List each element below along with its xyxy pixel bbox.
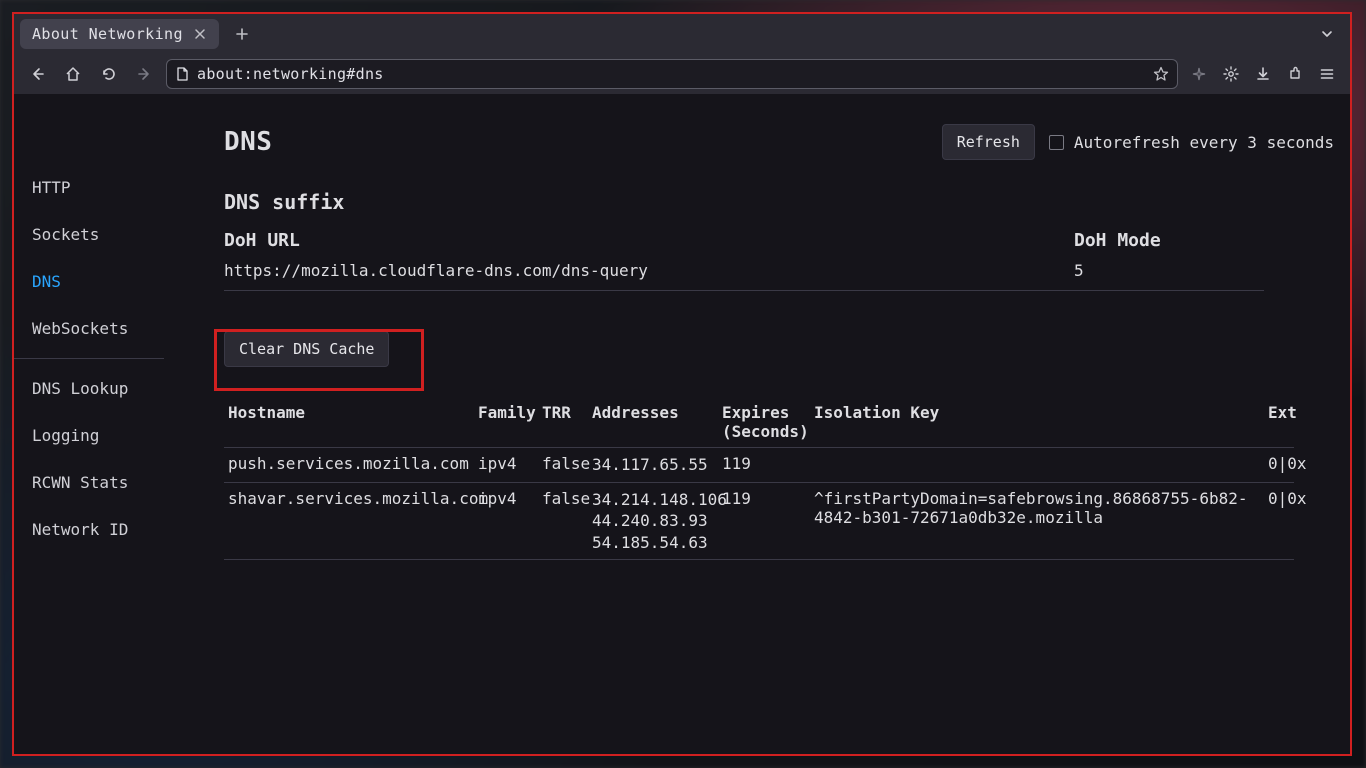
doh-mode-value: 5 [1074, 261, 1264, 280]
forward-button[interactable] [130, 59, 160, 89]
cell-ext: 0|0x [1264, 482, 1294, 560]
url-text: about:networking#dns [197, 65, 384, 83]
back-icon [29, 66, 45, 82]
sparkle-button[interactable] [1184, 59, 1214, 89]
sidebar-item-label: RCWN Stats [32, 473, 128, 492]
sidebar-item-websockets[interactable]: WebSockets [14, 305, 184, 352]
list-all-tabs-button[interactable] [1312, 19, 1342, 49]
table-header-row: Hostname Family TRR Addresses Expires (S… [224, 397, 1294, 448]
sidebar-item-sockets[interactable]: Sockets [14, 211, 184, 258]
back-button[interactable] [22, 59, 52, 89]
cell-addresses: 34.214.148.106 44.240.83.93 54.185.54.63 [588, 482, 718, 560]
sidebar: HTTP Sockets DNS WebSockets DNS Lookup L… [14, 94, 184, 754]
col-trr: TRR [538, 397, 588, 448]
doh-url-label: DoH URL [224, 230, 1074, 251]
sidebar-item-dns[interactable]: DNS [14, 258, 184, 305]
annotation-highlight [214, 329, 424, 391]
table-row: shavar.services.mozilla.com ipv4 false 3… [224, 482, 1294, 560]
tab-about-networking[interactable]: About Networking [20, 19, 219, 49]
cell-trr: false [538, 448, 588, 483]
gear-icon [1223, 66, 1239, 82]
cell-family: ipv4 [474, 448, 538, 483]
settings-button[interactable] [1216, 59, 1246, 89]
cell-hostname: shavar.services.mozilla.com [224, 482, 474, 560]
page-icon [175, 67, 189, 81]
col-hostname: Hostname [224, 397, 474, 448]
tab-title: About Networking [32, 25, 183, 43]
home-button[interactable] [58, 59, 88, 89]
sidebar-item-label: WebSockets [32, 319, 128, 338]
tab-strip: About Networking [14, 14, 1350, 54]
star-icon [1153, 66, 1169, 82]
sidebar-item-http[interactable]: HTTP [14, 164, 184, 211]
autorefresh-label: Autorefresh every 3 seconds [1074, 133, 1334, 152]
sidebar-item-dns-lookup[interactable]: DNS Lookup [14, 365, 184, 412]
sidebar-item-label: Network ID [32, 520, 128, 539]
autorefresh-checkbox[interactable]: Autorefresh every 3 seconds [1049, 133, 1334, 152]
toolbar-right [1184, 59, 1342, 89]
cell-expires: 119 [718, 482, 810, 560]
downloads-button[interactable] [1248, 59, 1278, 89]
cell-isolation [810, 448, 1264, 483]
sparkle-icon [1191, 66, 1207, 82]
close-icon[interactable] [193, 27, 207, 41]
col-isolation: Isolation Key [810, 397, 1264, 448]
doh-info-row: DoH URL https://mozilla.cloudflare-dns.c… [224, 230, 1264, 291]
cell-isolation: ^firstPartyDomain=safebrowsing.86868755-… [810, 482, 1264, 560]
cell-expires: 119 [718, 448, 810, 483]
col-family: Family [474, 397, 538, 448]
sidebar-item-label: DNS [32, 272, 61, 291]
sidebar-item-label: Logging [32, 426, 99, 445]
download-icon [1255, 66, 1271, 82]
home-icon [65, 66, 81, 82]
main-panel: DNS Refresh Autorefresh every 3 seconds … [184, 94, 1350, 754]
new-tab-button[interactable] [227, 19, 257, 49]
sidebar-separator [14, 358, 164, 359]
bookmark-star-button[interactable] [1153, 66, 1169, 82]
nav-toolbar: about:networking#dns [14, 54, 1350, 94]
menu-icon [1319, 66, 1335, 82]
cell-trr: false [538, 482, 588, 560]
cell-hostname: push.services.mozilla.com [224, 448, 474, 483]
cell-addresses: 34.117.65.55 [588, 448, 718, 483]
col-addresses: Addresses [588, 397, 718, 448]
chevron-down-icon [1320, 27, 1334, 41]
cell-ext: 0|0x [1264, 448, 1294, 483]
reload-button[interactable] [94, 59, 124, 89]
forward-icon [137, 66, 153, 82]
sidebar-item-label: Sockets [32, 225, 99, 244]
sidebar-item-label: DNS Lookup [32, 379, 128, 398]
page-title: DNS [224, 127, 272, 157]
doh-url-value: https://mozilla.cloudflare-dns.com/dns-q… [224, 261, 1074, 280]
doh-mode-label: DoH Mode [1074, 230, 1264, 251]
autorefresh-checkbox-input[interactable] [1049, 135, 1064, 150]
dns-table: Hostname Family TRR Addresses Expires (S… [224, 397, 1294, 560]
sidebar-item-label: HTTP [32, 178, 71, 197]
dns-suffix-heading: DNS suffix [224, 190, 1350, 214]
table-row: push.services.mozilla.com ipv4 false 34.… [224, 448, 1294, 483]
app-menu-button[interactable] [1312, 59, 1342, 89]
page-content: HTTP Sockets DNS WebSockets DNS Lookup L… [14, 94, 1350, 754]
plus-icon [235, 27, 249, 41]
browser-window: About Networking about:ne [12, 12, 1352, 756]
url-bar[interactable]: about:networking#dns [166, 59, 1178, 89]
sidebar-item-rcwn-stats[interactable]: RCWN Stats [14, 459, 184, 506]
sidebar-item-network-id[interactable]: Network ID [14, 506, 184, 553]
reload-icon [101, 66, 117, 82]
extension-icon [1287, 66, 1303, 82]
cell-family: ipv4 [474, 482, 538, 560]
sidebar-item-logging[interactable]: Logging [14, 412, 184, 459]
refresh-button[interactable]: Refresh [942, 124, 1035, 160]
col-expires: Expires (Seconds) [718, 397, 810, 448]
col-ext: Ext [1264, 397, 1294, 448]
extensions-button[interactable] [1280, 59, 1310, 89]
